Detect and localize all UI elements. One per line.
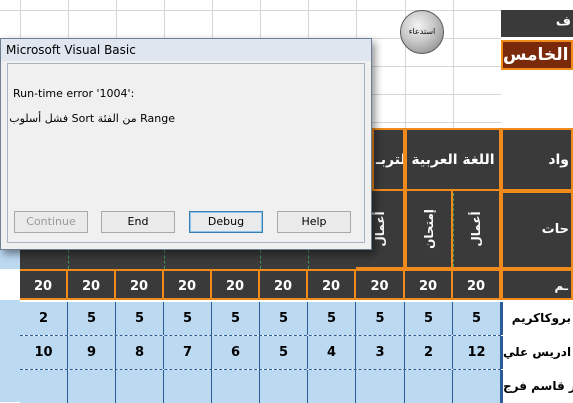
score-cell[interactable] — [20, 370, 68, 403]
help-button[interactable]: Help — [277, 211, 351, 233]
score-cell[interactable]: 6 — [212, 336, 260, 369]
continue-button[interactable]: Continue — [14, 211, 88, 233]
header-subject-partial: التربـ — [372, 128, 405, 191]
student-name[interactable]: ادريس علي — [501, 336, 573, 369]
score-cell[interactable] — [116, 370, 164, 403]
max-cell[interactable]: 20 — [164, 269, 212, 300]
title-cell-top[interactable]: ف — [501, 10, 573, 37]
score-cell[interactable]: 5 — [308, 302, 356, 335]
gridline — [453, 0, 454, 128]
vba-error-dialog: Microsoft Visual Basic Run-time error '1… — [0, 38, 372, 250]
end-button[interactable]: End — [101, 211, 175, 233]
selection-bar — [0, 250, 20, 269]
max-cell[interactable]: 20 — [308, 269, 356, 300]
score-cell[interactable]: 5 — [356, 302, 405, 335]
score-cell[interactable]: 5 — [405, 302, 453, 335]
header-arabic-language: اللغة العربية — [405, 128, 501, 191]
score-cell[interactable]: 12 — [453, 336, 501, 369]
max-cell[interactable]: 20 — [260, 269, 308, 300]
score-cell[interactable]: 2 — [20, 302, 68, 335]
max-cell[interactable]: 20 — [68, 269, 116, 300]
max-cell[interactable]: 20 — [356, 269, 405, 300]
score-cell[interactable]: 5 — [116, 302, 164, 335]
title-cell-grade[interactable]: الخامس — [501, 40, 573, 70]
debug-button[interactable]: Debug — [189, 211, 263, 233]
sub-work-partial-label: أعمال — [372, 211, 387, 247]
header-sub-work: أعمال — [453, 191, 501, 269]
score-cell[interactable] — [68, 370, 116, 403]
dashed-separator — [164, 250, 165, 269]
score-cell[interactable]: 7 — [164, 336, 212, 369]
max-cell[interactable]: 20 — [20, 269, 68, 300]
score-cell[interactable] — [212, 370, 260, 403]
score-cell[interactable]: 2 — [405, 336, 453, 369]
header-subjects: واد — [501, 128, 573, 191]
score-cell[interactable] — [260, 370, 308, 403]
max-cell[interactable]: 20 — [453, 269, 501, 300]
max-cell[interactable]: 20 — [405, 269, 453, 300]
dashed-separator — [68, 250, 69, 269]
score-cell[interactable]: 9 — [68, 336, 116, 369]
score-cell[interactable] — [453, 370, 501, 403]
score-cell[interactable]: 5 — [260, 302, 308, 335]
score-cell[interactable]: 4 — [308, 336, 356, 369]
score-cell[interactable]: 5 — [68, 302, 116, 335]
dashed-separator — [308, 250, 309, 269]
score-cell[interactable]: 5 — [164, 302, 212, 335]
title-top-text: ف — [555, 14, 571, 29]
recall-button[interactable]: استدعاء — [400, 10, 444, 54]
score-cell[interactable]: 5 — [453, 302, 501, 335]
max-row-label: ـم — [501, 269, 573, 300]
header-sub-exam: إمتحان — [405, 191, 453, 269]
max-cell[interactable]: 20 — [116, 269, 164, 300]
header-band — [20, 250, 356, 269]
header-branches: حات — [501, 191, 573, 269]
selection-bar — [0, 300, 20, 402]
score-cell[interactable]: 8 — [116, 336, 164, 369]
score-cell[interactable]: 3 — [356, 336, 405, 369]
score-cell[interactable]: 5 — [260, 336, 308, 369]
dashed-separator — [260, 250, 261, 269]
score-cell[interactable] — [405, 370, 453, 403]
sub-exam-label: إمتحان — [422, 209, 436, 249]
score-cell[interactable] — [164, 370, 212, 403]
score-cell[interactable] — [308, 370, 356, 403]
score-cell[interactable]: 5 — [212, 302, 260, 335]
student-name[interactable]: تار قاسم فرج — [501, 370, 573, 403]
score-cell[interactable] — [356, 370, 405, 403]
score-cell[interactable]: 10 — [20, 336, 68, 369]
error-code-text: Run-time error '1004': — [13, 87, 135, 100]
dashed-separator — [453, 193, 454, 267]
dialog-title[interactable]: Microsoft Visual Basic — [1, 39, 371, 61]
student-name[interactable]: بروكاكريم — [501, 302, 573, 335]
max-cell[interactable]: 20 — [212, 269, 260, 300]
error-message-text: Range من الفئة Sort فشل أسلوب — [9, 112, 175, 125]
sub-work-label: أعمال — [469, 211, 483, 247]
